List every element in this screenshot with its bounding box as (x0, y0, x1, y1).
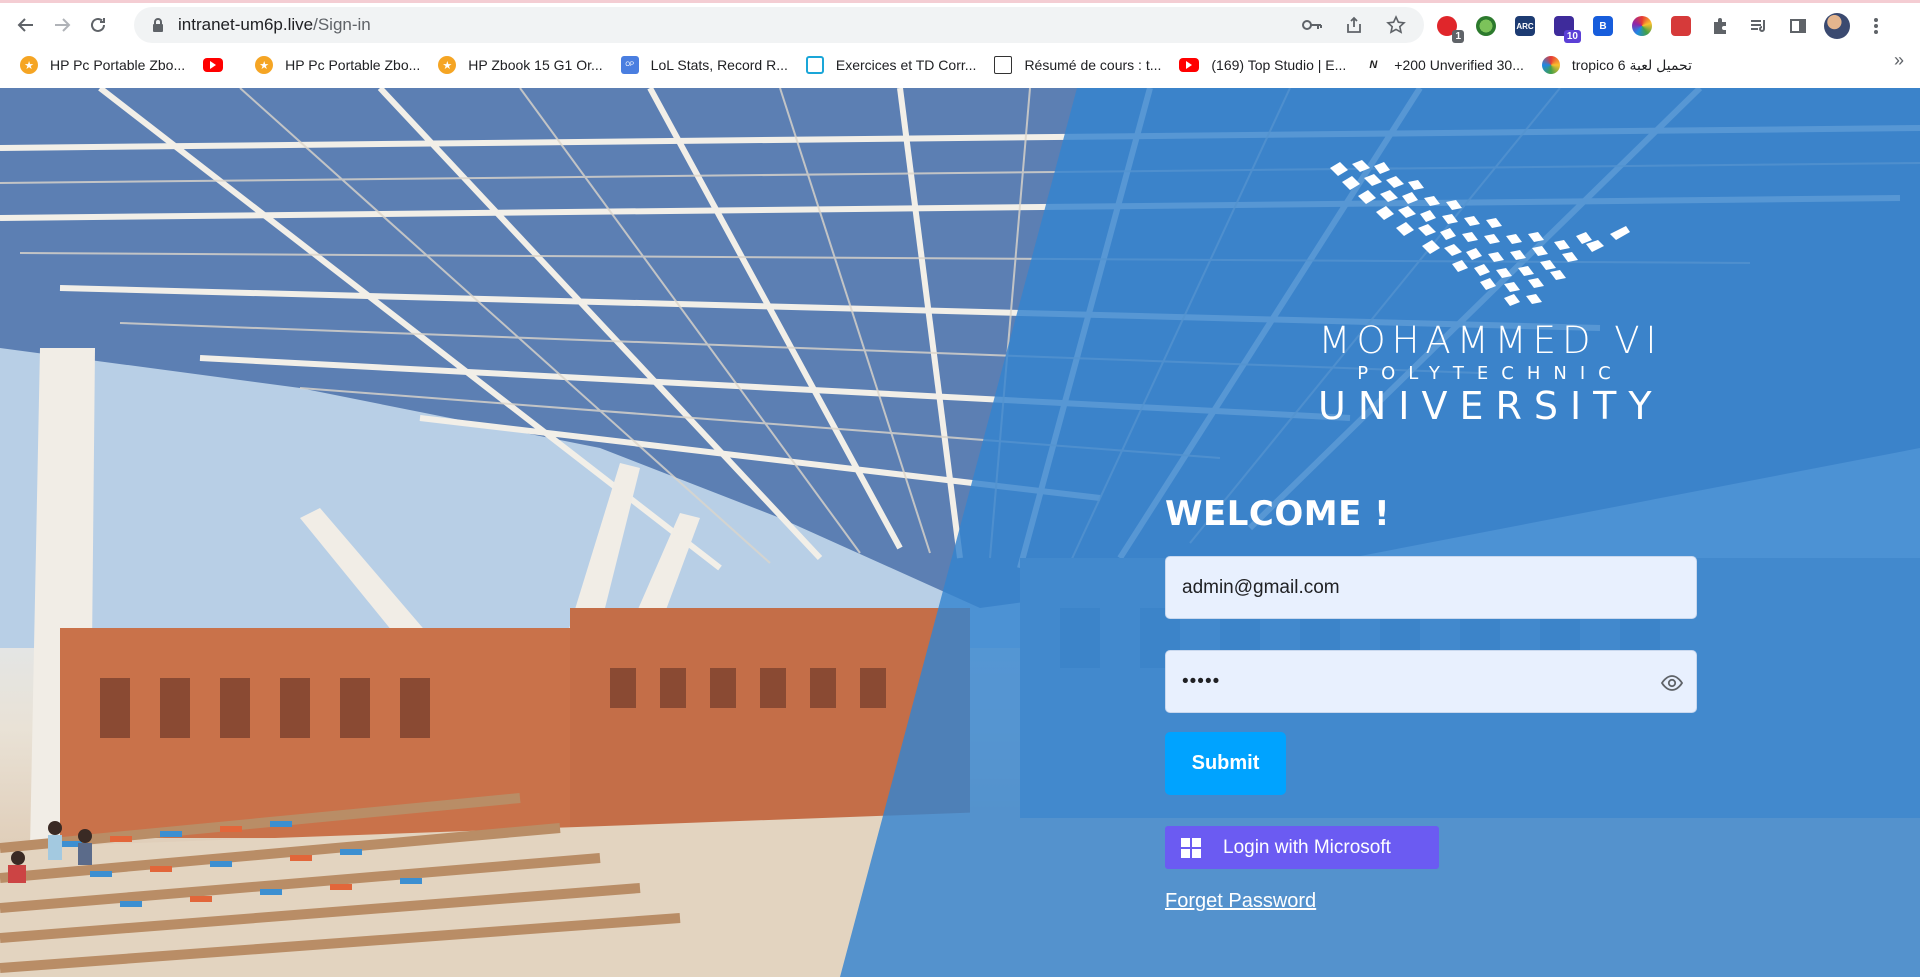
media-controls-icon[interactable] (1744, 11, 1774, 41)
profile-avatar[interactable] (1822, 11, 1852, 41)
bookmark-item[interactable]: N +200 Unverified 30... (1358, 50, 1530, 80)
graduation-extension-icon[interactable]: 10 (1549, 11, 1581, 43)
bookmark-item[interactable]: Résumé de cours : t... (988, 50, 1167, 80)
browser-chrome: intranet-um6p.live/Sign-in 1 ARC 10 B ★ … (0, 0, 1920, 88)
show-password-eye-icon[interactable] (1660, 671, 1684, 695)
bookmark-item[interactable]: ★ HP Pc Portable Zbo... (249, 50, 426, 80)
bitwarden-extension-icon[interactable]: B (1588, 11, 1618, 41)
login-page: MOHAMMED VI POLYTECHNIC UNIVERSITY WELCO… (0, 88, 1920, 977)
bookmark-label: LoL Stats, Record R... (650, 57, 788, 73)
microsoft-button-label: Login with Microsoft (1223, 836, 1391, 858)
arc-extension-icon[interactable]: ARC (1510, 11, 1540, 41)
bookmark-label: (169) Top Studio | E... (1211, 57, 1347, 73)
forward-button[interactable] (44, 7, 80, 43)
logo-line-1: MOHAMMED VI (1318, 319, 1663, 362)
bookmark-item[interactable]: OP LoL Stats, Record R... (615, 50, 794, 80)
star-favicon-icon: ★ (255, 56, 274, 74)
adblock-extension-icon[interactable]: 1 (1432, 11, 1464, 43)
bookmark-star-icon[interactable] (1382, 11, 1410, 39)
puzzle-extensions-icon[interactable] (1705, 11, 1735, 41)
address-bar[interactable]: intranet-um6p.live/Sign-in (134, 7, 1424, 43)
color-extension-icon[interactable] (1627, 11, 1657, 41)
bookmark-label: HP Pc Portable Zbo... (50, 57, 186, 73)
extension-badge: 10 (1563, 30, 1581, 43)
bookmarks-bar: ★ HP Pc Portable Zbo... ★ HP Pc Portable Z… (0, 48, 1920, 82)
browser-toolbar: intranet-um6p.live/Sign-in 1 ARC 10 B (0, 4, 1920, 46)
url-text: intranet-um6p.live/Sign-in (178, 15, 371, 35)
reload-button[interactable] (80, 7, 116, 43)
logo-line-2: POLYTECHNIC (1357, 363, 1624, 384)
share-icon[interactable] (1340, 11, 1368, 39)
opgg-favicon-icon: OP (620, 56, 639, 74)
welcome-heading: WELCOME ! (1165, 494, 1391, 534)
extensions-area: 1 ARC 10 B (1432, 8, 1891, 44)
bolt-favicon-icon: N (1364, 56, 1383, 74)
bookmark-label: HP Pc Portable Zbo... (285, 57, 421, 73)
wave-checker-logo-icon (1330, 160, 1630, 306)
university-logo: MOHAMMED VI POLYTECHNIC UNIVERSITY (1318, 156, 1663, 436)
globe-extension-icon[interactable] (1471, 11, 1501, 41)
youtube-favicon-icon (1179, 58, 1200, 72)
submit-button[interactable]: Submit (1165, 732, 1286, 795)
email-field[interactable]: admin@gmail.com (1165, 556, 1697, 619)
tab-strip-accent (0, 0, 1920, 3)
reload-icon (91, 17, 105, 32)
email-value: admin@gmail.com (1182, 576, 1340, 598)
arrow-left-icon (17, 18, 33, 32)
url-path: /Sign-in (313, 15, 371, 34)
bookmark-item[interactable]: ★ HP Pc Portable Zbo... (14, 50, 191, 80)
url-host: intranet-um6p.live (178, 15, 314, 34)
back-button[interactable] (8, 7, 44, 43)
bookmark-label: Exercices et TD Corr... (835, 57, 977, 73)
bookmark-label: tropico 6 تحميل لعبة (1571, 56, 1692, 73)
star-favicon-icon: ★ (438, 56, 457, 74)
password-value: ••••• (1182, 670, 1221, 692)
more-bookmarks-button[interactable]: » (1894, 50, 1904, 71)
bookmark-item[interactable]: ★ HP Zbook 15 G1 Or... (432, 50, 608, 80)
bookmark-label: HP Zbook 15 G1 Or... (468, 57, 603, 73)
microsoft-logo-icon (1181, 837, 1201, 858)
logo-line-3: UNIVERSITY (1318, 384, 1664, 428)
game-extension-icon[interactable] (1666, 11, 1696, 41)
bookmark-item[interactable]: tropico 6 تحميل لعبة (1536, 50, 1698, 80)
youtube-favicon-icon (203, 58, 224, 72)
star-favicon-icon: ★ (20, 56, 38, 74)
bookmark-item[interactable]: (169) Top Studio | E... (1173, 50, 1352, 80)
bookmark-item[interactable]: Exercices et TD Corr... (800, 50, 983, 80)
bookmark-item[interactable] (197, 50, 243, 80)
exercise-favicon-icon (805, 56, 824, 74)
login-with-microsoft-button[interactable]: Login with Microsoft (1165, 826, 1439, 869)
browser-menu-icon[interactable] (1861, 11, 1891, 41)
key-icon[interactable] (1298, 11, 1326, 39)
lock-icon[interactable] (150, 17, 166, 33)
bookmark-label: +200 Unverified 30... (1394, 57, 1524, 73)
password-field[interactable]: ••••• (1165, 650, 1697, 713)
side-panel-icon[interactable] (1783, 11, 1813, 41)
rainbow-favicon-icon (1541, 56, 1560, 74)
bookmark-label: Résumé de cours : t... (1024, 57, 1162, 73)
book-favicon-icon (994, 56, 1013, 74)
arrow-right-icon (55, 18, 71, 32)
extension-badge: 1 (1452, 30, 1464, 43)
forget-password-link[interactable]: Forget Password (1165, 890, 1316, 913)
